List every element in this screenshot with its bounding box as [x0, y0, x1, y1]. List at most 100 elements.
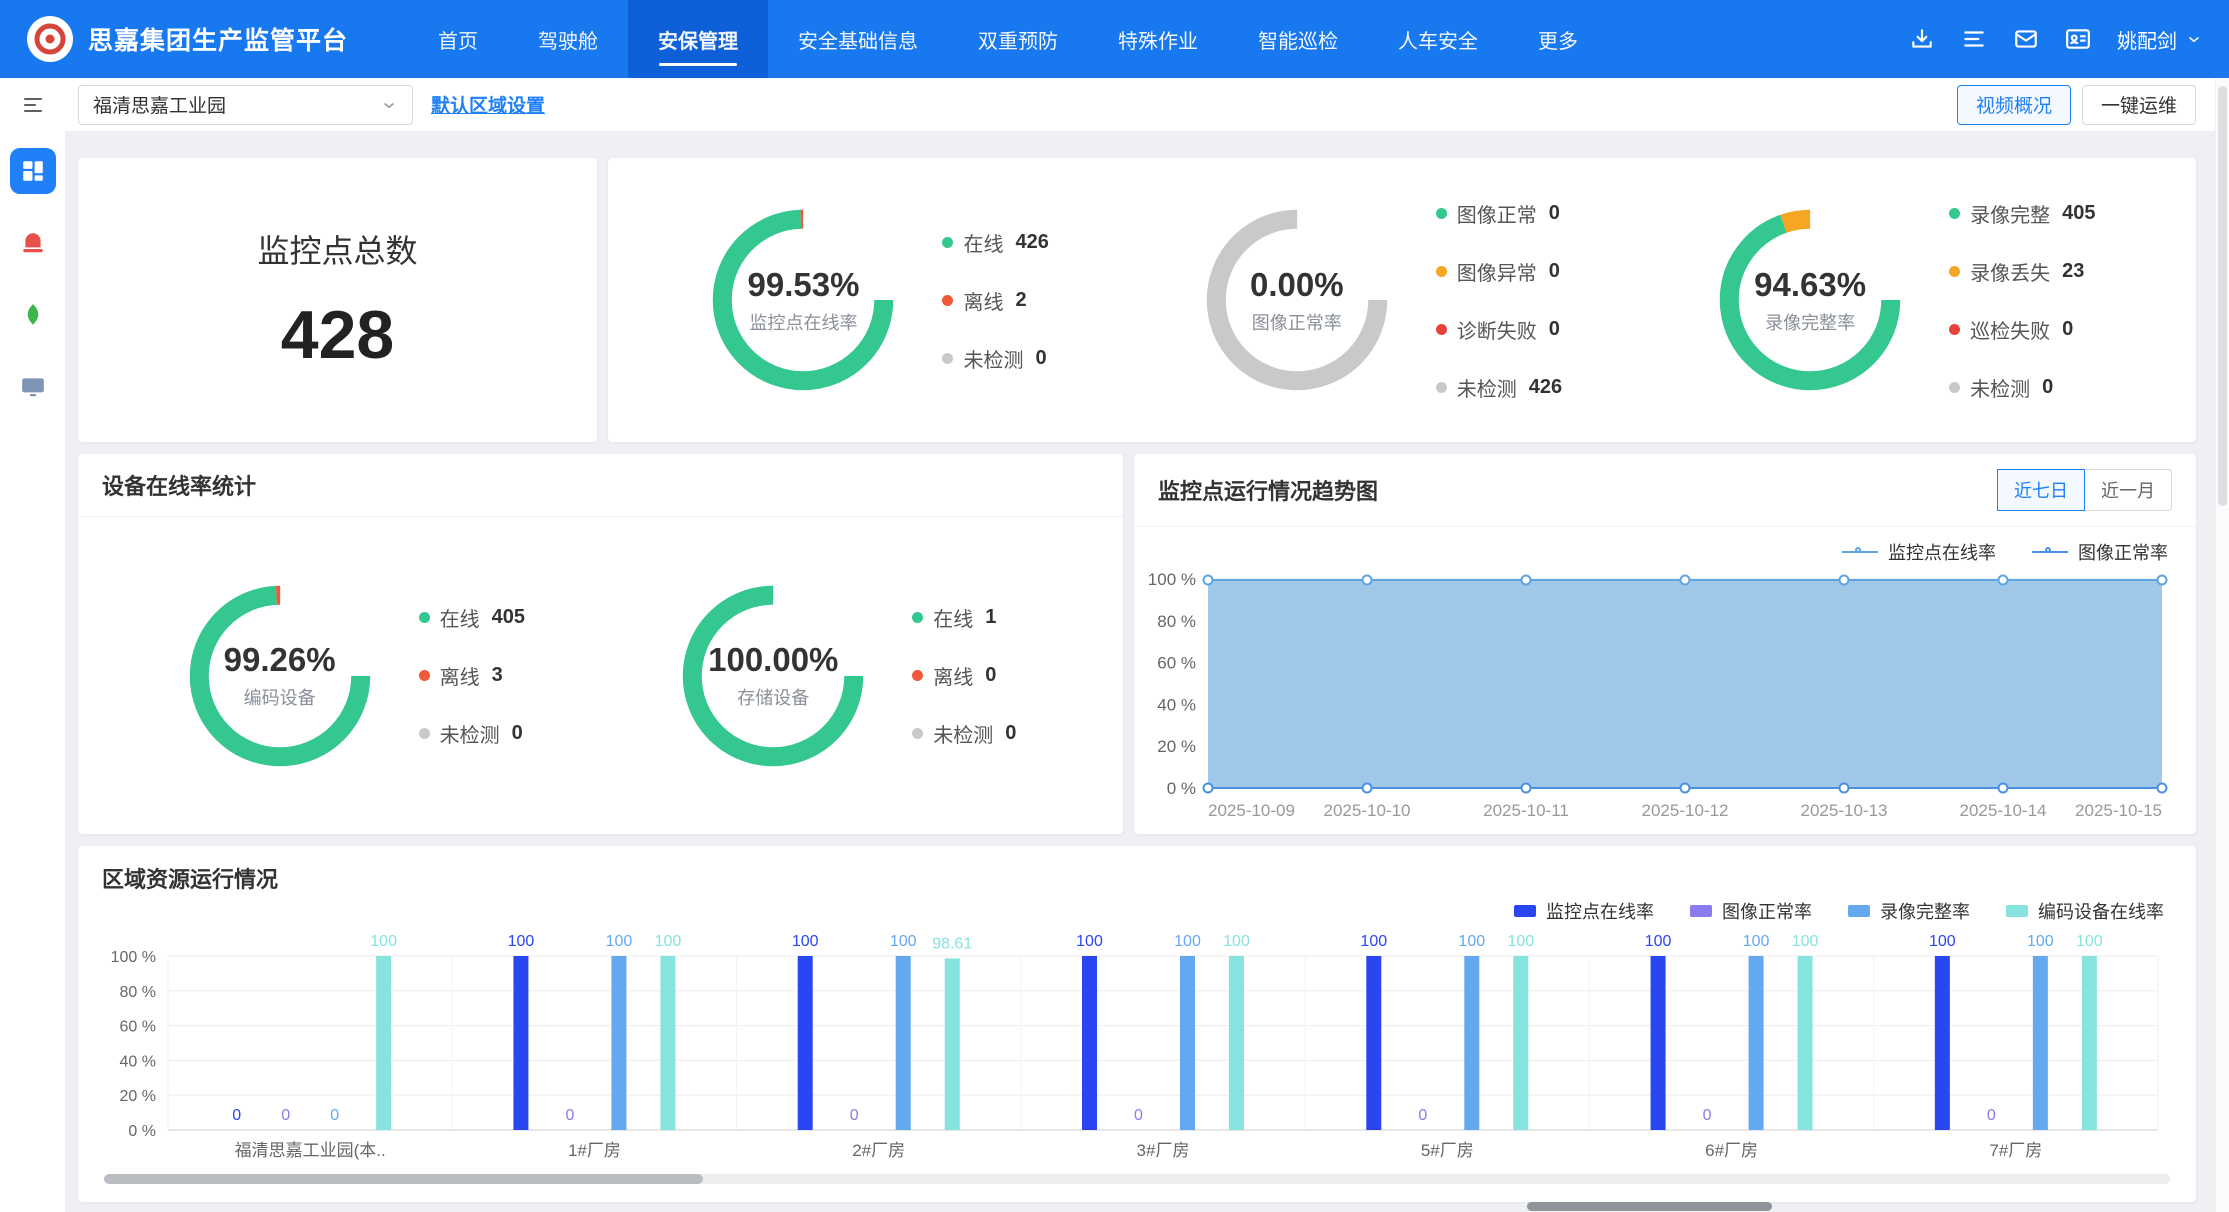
- svg-text:60 %: 60 %: [120, 1019, 156, 1036]
- legend-value: 0: [985, 664, 996, 687]
- donut-center: 0.00% 图像正常率: [1202, 205, 1392, 395]
- total-points-value: 428: [281, 296, 394, 374]
- nav-item[interactable]: 更多: [1508, 0, 1608, 78]
- donut-center: 99.26% 编码设备: [185, 581, 375, 771]
- card-title: 区域资源运行情况: [102, 862, 278, 894]
- encoder-online-rate-group: 99.26% 编码设备 在线 405: [185, 581, 525, 771]
- donut-center: 94.63% 录像完整率: [1715, 205, 1905, 395]
- legend-value: 23: [2062, 260, 2084, 283]
- storage-online-rate-group: 100.00% 存储设备 在线 1: [678, 581, 1016, 771]
- nav-item[interactable]: 驾驶舱: [508, 0, 628, 78]
- legend-item[interactable]: 监控点在线率: [1514, 898, 1654, 924]
- nav-item[interactable]: 安保管理: [628, 0, 768, 78]
- svg-text:2025-10-14: 2025-10-14: [1960, 801, 2047, 820]
- nav-active-underline: [659, 63, 737, 66]
- legend-item[interactable]: 编码设备在线率: [2006, 898, 2164, 924]
- legend-label: 编码设备在线率: [2038, 898, 2164, 924]
- donut-legend: 录像完整 405 录像丢失 23: [1949, 199, 2095, 402]
- legend-label: 在线: [933, 603, 973, 632]
- legend-item: 未检测 0: [912, 719, 1016, 748]
- nav-item-label: 双重预防: [978, 25, 1058, 54]
- storage-online-rate-donut: 100.00% 存储设备: [678, 581, 868, 771]
- region-select[interactable]: 福清思嘉工业园: [78, 85, 413, 125]
- middle-row: 设备在线率统计 99.26% 编码设备: [78, 454, 2196, 834]
- legend-label: 录像完整: [1970, 199, 2050, 228]
- svg-text:2025-10-11: 2025-10-11: [1483, 801, 1569, 820]
- range-button[interactable]: 近一月: [2084, 469, 2172, 511]
- summary-row: 监控点总数 428 99.53% 监控点在线率: [78, 158, 2196, 442]
- legend-dot-icon: [419, 612, 430, 623]
- page-vertical-scrollbar[interactable]: [2215, 78, 2229, 1212]
- nav-item-label: 首页: [438, 25, 478, 54]
- list-icon[interactable]: [1961, 26, 1987, 52]
- card-title: 设备在线率统计: [102, 469, 256, 501]
- one-key-ops-button[interactable]: 一键运维: [2082, 85, 2196, 125]
- download-icon[interactable]: [1909, 26, 1935, 52]
- svg-text:60 %: 60 %: [1157, 654, 1196, 673]
- video-overview-button[interactable]: 视频概况: [1957, 85, 2071, 125]
- scrollbar-thumb[interactable]: [104, 1174, 703, 1184]
- legend-item: 未检测 426: [1436, 373, 1562, 402]
- scrollbar-thumb[interactable]: [2218, 86, 2227, 506]
- total-points-card: 监控点总数 428: [78, 158, 597, 442]
- donut-legend: 在线 1 离线 0: [912, 603, 1016, 748]
- legend-item: 未检测 0: [942, 344, 1048, 373]
- record-integrity-rate-group: 94.63% 录像完整率 录像完整 405: [1715, 199, 2095, 402]
- legend-label: 未检测: [1457, 373, 1517, 402]
- legend-value: 426: [1015, 231, 1048, 254]
- card-header: 监控点运行情况趋势图 近七日 近一月: [1134, 454, 2196, 527]
- svg-text:2#厂房: 2#厂房: [852, 1141, 905, 1160]
- user-menu[interactable]: 姚配剑: [2117, 25, 2203, 54]
- svg-text:0: 0: [330, 1107, 339, 1124]
- record-integrity-rate-donut: 94.63% 录像完整率: [1715, 205, 1905, 395]
- nav-item[interactable]: 安全基础信息: [768, 0, 948, 78]
- sidebar-item-alarm[interactable]: [10, 220, 56, 266]
- donut-label: 录像完整率: [1765, 309, 1855, 335]
- legend-label: 监控点在线率: [1888, 539, 1996, 565]
- legend-item[interactable]: 图像正常率: [2032, 539, 2168, 565]
- legend-dot-icon: [942, 353, 953, 364]
- svg-text:100: 100: [370, 933, 397, 950]
- nav-item-label: 更多: [1538, 25, 1578, 54]
- brand-logo-icon: [26, 15, 74, 63]
- sidebar-item-video-wall[interactable]: [10, 148, 56, 194]
- range-button[interactable]: 近七日: [1997, 469, 2085, 511]
- legend-item[interactable]: 录像完整率: [1848, 898, 1970, 924]
- trend-area-chart: 0 %20 %40 %60 %80 %100 %2025-10-092025-1…: [1138, 567, 2192, 828]
- main-content: 监控点总数 428 99.53% 监控点在线率: [65, 132, 2229, 1212]
- legend-item: 诊断失败 0: [1436, 315, 1562, 344]
- top-nav: 思嘉集团生产监管平台 首页 驾驶舱 安保管理: [0, 0, 2229, 78]
- nav-item[interactable]: 人车安全: [1368, 0, 1508, 78]
- donut-label: 监控点在线率: [749, 309, 857, 335]
- brand[interactable]: 思嘉集团生产监管平台: [26, 15, 348, 63]
- svg-text:100: 100: [655, 933, 682, 950]
- donut-center: 100.00% 存储设备: [678, 581, 868, 771]
- legend-label: 录像完整率: [1880, 898, 1970, 924]
- legend-item[interactable]: 图像正常率: [1690, 898, 1812, 924]
- mail-icon[interactable]: [2013, 26, 2039, 52]
- svg-text:20 %: 20 %: [1157, 737, 1196, 756]
- svg-text:100: 100: [1645, 933, 1672, 950]
- sidebar-item-leaf[interactable]: [10, 292, 56, 338]
- svg-text:100: 100: [1174, 933, 1201, 950]
- legend-item: 离线 0: [912, 661, 1016, 690]
- nav-item[interactable]: 特殊作业: [1088, 0, 1228, 78]
- sidebar-item-monitor[interactable]: [10, 364, 56, 410]
- user-name: 姚配剑: [2117, 25, 2177, 54]
- donut-label: 存储设备: [737, 684, 809, 710]
- region-settings-link[interactable]: 默认区域设置: [431, 91, 545, 118]
- svg-text:0: 0: [1134, 1107, 1143, 1124]
- legend-dot-icon: [1436, 266, 1447, 277]
- toolbar: 福清思嘉工业园 默认区域设置 视频概况 一键运维: [65, 78, 2229, 132]
- legend-item[interactable]: 监控点在线率: [1842, 539, 1996, 565]
- collapse-sidebar-button[interactable]: [0, 78, 65, 132]
- page-horizontal-scroll-thumb[interactable]: [1527, 1202, 1772, 1211]
- svg-text:0 %: 0 %: [128, 1123, 156, 1140]
- contact-card-icon[interactable]: [2065, 26, 2091, 52]
- nav-item-label: 安全基础信息: [798, 25, 918, 54]
- nav-item[interactable]: 智能巡检: [1228, 0, 1368, 78]
- nav-item[interactable]: 首页: [408, 0, 508, 78]
- nav-item[interactable]: 双重预防: [948, 0, 1088, 78]
- legend-value: 0: [1035, 347, 1046, 370]
- chart-horizontal-scrollbar[interactable]: [104, 1174, 2170, 1184]
